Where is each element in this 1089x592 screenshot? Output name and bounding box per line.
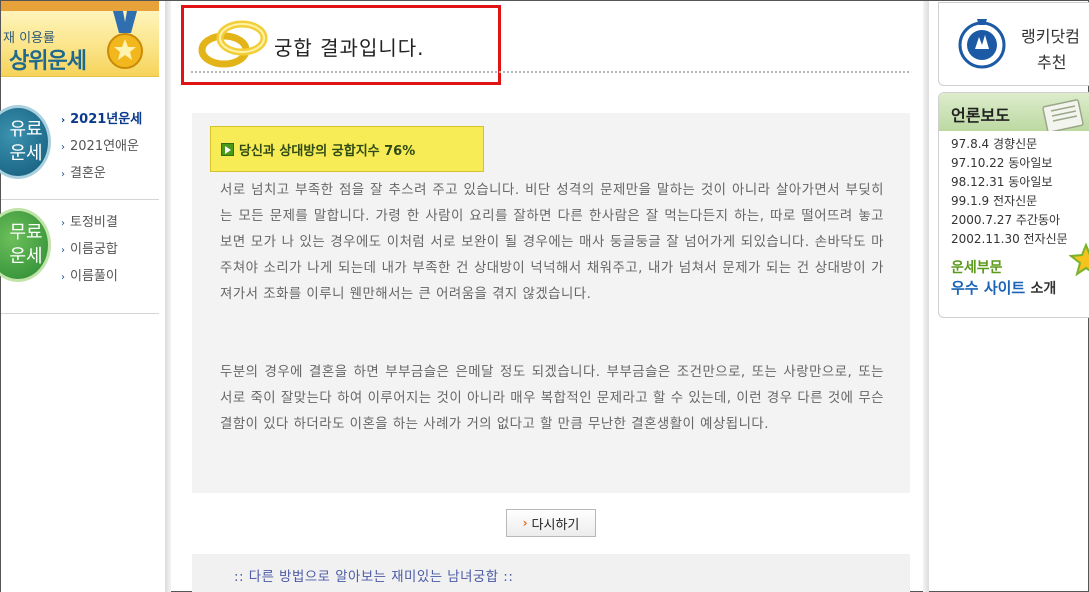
- press-item: 2000.7.27 주간동아: [951, 213, 1061, 227]
- chevron-right-icon: ›: [522, 516, 528, 530]
- menu-item-marriage[interactable]: › 결혼운: [61, 161, 142, 188]
- page-title: 궁합 결과입니다.: [274, 36, 425, 60]
- free-badge-line1: 무료: [9, 222, 43, 243]
- menu-item-tojeong[interactable]: › 토정비결: [61, 210, 118, 237]
- rankey-recommend-box[interactable]: 랭키닷컴 추천: [938, 2, 1089, 86]
- result-title-box: 궁합 결과입니다.: [181, 5, 501, 85]
- chevron-right-icon: ›: [61, 169, 65, 180]
- popular-fortune-banner[interactable]: 재 이용률 상위운세: [1, 1, 159, 77]
- chevron-right-icon: ›: [61, 115, 66, 126]
- retry-button[interactable]: › 다시하기: [506, 509, 596, 537]
- press-item: 97.10.22 동아일보: [951, 156, 1053, 170]
- menu-item-label: 결혼운: [70, 166, 106, 181]
- press-coverage-box[interactable]: 언론보도 97.8.4 경향신문 97.10.22 동아일보 98.12.31 …: [938, 92, 1089, 318]
- free-badge-line2: 운세: [9, 246, 43, 267]
- banner-big-text: 상위운세: [9, 49, 87, 74]
- paid-badge-line2: 운세: [9, 143, 43, 164]
- press-header: 언론보도: [939, 93, 1089, 131]
- menu-item-name-compat[interactable]: › 이름궁합: [61, 237, 118, 264]
- other-methods-title: :: 다른 방법으로 알아보는 재미있는 남녀궁합 ::: [234, 570, 514, 585]
- result-paragraph-2: 두분의 경우에 결혼을 하면 부부금슬은 은메달 정도 되겠습니다. 부부금슬은…: [220, 365, 884, 432]
- star-icon: [1069, 243, 1089, 277]
- compatibility-score-box: 당신과 상대방의 궁합지수 76%: [210, 126, 484, 172]
- menu-item-label: 토정비결: [70, 215, 118, 230]
- result-panel: 당신과 상대방의 궁합지수 76% 서로 넘치고 부족한 점을 잘 추스려 주고…: [192, 113, 910, 493]
- menu-divider: [1, 313, 159, 314]
- menu-item-label: 이름궁합: [70, 242, 118, 257]
- chevron-right-icon: ›: [61, 142, 65, 153]
- paid-menu-list: › 2021년운세 › 2021연애운 › 결혼운: [61, 107, 142, 188]
- chevron-right-icon: ›: [61, 245, 65, 256]
- menu-divider: [1, 199, 159, 200]
- award-rest: 소개: [1030, 281, 1057, 297]
- press-item: 98.12.31 동아일보: [951, 175, 1053, 189]
- menu-item-2021-fortune[interactable]: › 2021년운세: [61, 107, 142, 134]
- free-fortune-menu: 무료 운세 › 토정비결 › 이름궁합 › 이름풀이: [0, 204, 159, 304]
- menu-item-label: 2021연애운: [70, 139, 139, 154]
- free-menu-list: › 토정비결 › 이름궁합 › 이름풀이: [61, 210, 118, 291]
- play-icon: [221, 142, 234, 156]
- press-list: 97.8.4 경향신문 97.10.22 동아일보 98.12.31 동아일보 …: [939, 131, 1089, 249]
- menu-item-name-reading[interactable]: › 이름풀이: [61, 264, 118, 291]
- right-column-edge: [923, 1, 929, 592]
- menu-item-label: 이름풀이: [70, 269, 118, 284]
- paid-fortune-badge: 유료 운세: [0, 105, 51, 179]
- rankey-badge-icon: [958, 19, 1006, 69]
- other-methods-header: :: 다른 방법으로 알아보는 재미있는 남녀궁합 ::: [192, 554, 910, 592]
- press-item: 99.1.9 전자신문: [951, 194, 1038, 208]
- title-dotted-divider: [191, 71, 909, 73]
- menu-item-label: 2021년운세: [70, 112, 143, 127]
- award-title: 우수 사이트 소개: [951, 277, 1056, 298]
- free-fortune-badge: 무료 운세: [0, 208, 51, 282]
- banner-top-strip: [1, 1, 159, 11]
- retry-button-label: 다시하기: [531, 517, 580, 533]
- rankey-title: 랭키닷컴: [1021, 27, 1080, 46]
- menu-item-2021-love[interactable]: › 2021연애운: [61, 134, 142, 161]
- award-strong: 우수 사이트: [951, 279, 1026, 297]
- compatibility-score: 당신과 상대방의 궁합지수 76%: [239, 143, 416, 159]
- medal-icon: [107, 11, 143, 69]
- press-title: 언론보도: [951, 106, 1010, 125]
- chevron-right-icon: ›: [61, 272, 65, 283]
- award-category: 운세부문: [951, 260, 1003, 276]
- paid-badge-line1: 유료: [9, 119, 43, 140]
- wedding-rings-icon: [198, 20, 268, 68]
- left-column-edge: [165, 1, 171, 592]
- press-item: 97.8.4 경향신문: [951, 137, 1038, 151]
- rankey-subtitle: 추천: [1037, 53, 1067, 72]
- result-paragraph-1: 서로 넘치고 부족한 점을 잘 추스려 주고 있습니다. 비단 성격의 문제만을…: [220, 183, 884, 302]
- paid-fortune-menu: 유료 운세 › 2021년운세 › 2021연애운 › 결혼운: [0, 101, 159, 201]
- chevron-right-icon: ›: [61, 218, 65, 229]
- newspaper-icon: [1042, 99, 1084, 131]
- left-sidebar: 재 이용률 상위운세 유료 운세 › 2021년운세 › 2021연애운 › 결혼운 …: [0, 1, 165, 592]
